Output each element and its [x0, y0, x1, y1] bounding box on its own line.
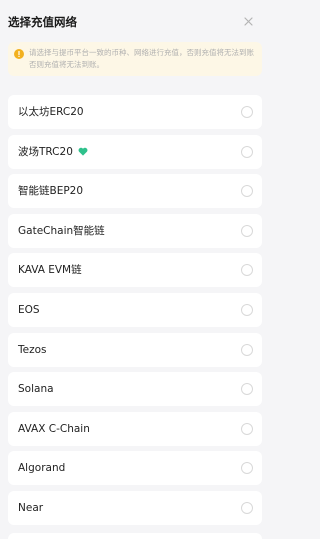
network-label: Solana	[18, 383, 54, 396]
radio-button[interactable]	[241, 185, 253, 198]
radio-button[interactable]	[241, 422, 253, 435]
network-label: GateChain智能链	[18, 224, 105, 237]
close-button[interactable]	[239, 12, 257, 30]
radio-button[interactable]	[241, 145, 253, 158]
radio-button[interactable]	[241, 106, 253, 118]
network-item-near[interactable]: Near	[8, 490, 262, 525]
notice-text: 请选择与提币平台一致的币种、网络进行充值，否则充值将无法到账否则充值将无法到账。	[29, 48, 254, 69]
network-item-avax[interactable]: AVAX C-Chain	[8, 411, 262, 446]
radio-button[interactable]	[241, 501, 253, 514]
network-item-kava[interactable]: KAVA EVM链	[8, 253, 262, 288]
network-label: 以太坊ERC20	[18, 106, 84, 118]
radio-button[interactable]	[241, 343, 253, 356]
network-label: EOS	[18, 303, 40, 316]
network-list: 以太坊ERC20 波场TRC20 智能链BEP20 GateChain智能链 K…	[8, 95, 262, 531]
radio-button[interactable]	[241, 383, 253, 396]
network-label: KAVA EVM链	[18, 264, 82, 277]
next-item-peek	[8, 533, 262, 539]
network-item-eos[interactable]: EOS	[8, 292, 262, 327]
radio-button[interactable]	[241, 462, 253, 475]
notice-banner: 请选择与提币平台一致的币种、网络进行充值，否则充值将无法到账否则充值将无法到账。	[8, 42, 262, 76]
network-label: Algorand	[18, 462, 66, 475]
network-item-trc20[interactable]: 波场TRC20	[8, 134, 262, 169]
sheet-header: 选择充值网络	[0, 0, 270, 40]
network-label: 智能链BEP20	[18, 185, 84, 198]
network-item-solana[interactable]: Solana	[8, 372, 262, 407]
network-item-bep20[interactable]: 智能链BEP20	[8, 174, 262, 209]
network-item-gatechain[interactable]: GateChain智能链	[8, 213, 262, 248]
close-icon	[243, 16, 253, 26]
radio-button[interactable]	[241, 224, 253, 237]
info-icon	[14, 49, 24, 59]
heart-icon	[78, 147, 88, 156]
network-select-sheet: 选择充值网络 请选择与提币平台一致的币种、网络进行充值，否则充值将无法到账否则充…	[0, 0, 270, 539]
network-label: Tezos	[18, 343, 47, 356]
network-item-erc20[interactable]: 以太坊ERC20	[8, 95, 262, 129]
network-label: AVAX C-Chain	[18, 422, 90, 435]
radio-button[interactable]	[241, 264, 253, 277]
network-label: 波场TRC20	[18, 145, 88, 159]
radio-button[interactable]	[241, 303, 253, 316]
network-item-tezos[interactable]: Tezos	[8, 332, 262, 367]
network-item-algorand[interactable]: Algorand	[8, 451, 262, 486]
network-label: Near	[18, 501, 44, 514]
sheet-title: 选择充值网络	[8, 15, 77, 29]
